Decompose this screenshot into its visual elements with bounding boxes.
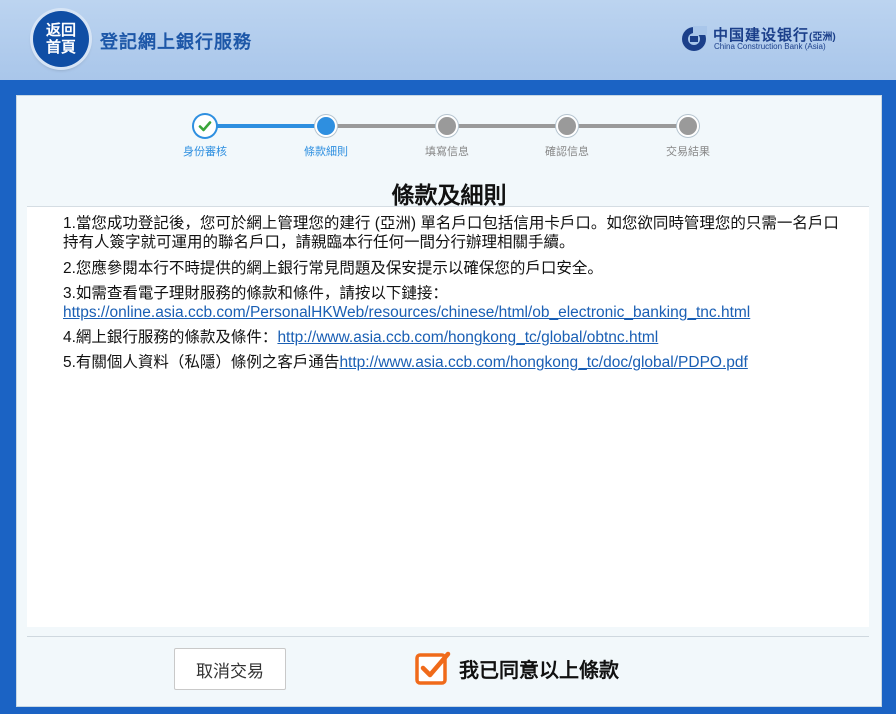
terms-item-5-text: 5.有關個人資料（私隱）條例之客戶通告 <box>63 354 340 371</box>
terms-item-2: 2.您應參閱本行不時提供的網上銀行常見問題及保安提示以確保您的戶口安全。 <box>63 260 603 277</box>
step-dot-4 <box>556 115 578 137</box>
check-icon <box>198 121 212 132</box>
step-dot-3 <box>436 115 458 137</box>
terms-item-3: 3.如需查看電子理財服務的條款和條件，請按以下鏈接： https://onlin… <box>63 284 750 322</box>
progress-line-inactive <box>325 124 687 128</box>
home-button-line2: 首頁 <box>45 39 76 56</box>
terms-item-4-text: 4.網上銀行服務的條款及條件： <box>63 329 278 346</box>
progress-steps: 身份審核 條款細則 填寫信息 確認信息 交易結果 <box>17 96 881 166</box>
home-button-line1: 返回 <box>45 22 76 39</box>
home-button[interactable]: 返回 首頁 <box>33 11 89 67</box>
step-label-result: 交易結果 <box>666 146 710 158</box>
footer-divider <box>27 636 869 637</box>
terms-item-1: 1.當您成功登記後，您可於網上管理您的建行 (亞洲) 單名戶口包括信用卡戶口。如… <box>63 215 839 251</box>
checkbox-checked-icon <box>415 651 451 685</box>
app-header: 返回 首頁 登記網上銀行服務 中国建设银行(亞洲) China Construc… <box>0 0 896 80</box>
bank-logo: 中国建设银行(亞洲) China Construction Bank (Asia… <box>681 24 861 58</box>
obtnc-link[interactable]: http://www.asia.ccb.com/hongkong_tc/glob… <box>277 329 658 346</box>
agree-label: 我已同意以上條款 <box>459 659 619 682</box>
page-title: 登記網上銀行服務 <box>100 32 252 52</box>
ccb-logo-icon <box>682 26 707 51</box>
progress-line-active <box>205 124 325 128</box>
terms-item-4: 4.網上銀行服務的條款及條件：http://www.asia.ccb.com/h… <box>63 328 658 347</box>
cancel-button[interactable]: 取消交易 <box>174 648 286 690</box>
step-dot-5 <box>677 115 699 137</box>
terms-item-5: 5.有關個人資料（私隱）條例之客戶通告http://www.asia.ccb.c… <box>63 353 748 372</box>
agree-checkbox[interactable]: 我已同意以上條款 <box>415 648 619 688</box>
step-label-confirm: 確認信息 <box>545 146 589 158</box>
electronic-banking-tnc-link[interactable]: https://online.asia.ccb.com/PersonalHKWe… <box>63 304 750 321</box>
terms-title: 條款及細則 <box>391 182 507 208</box>
step-label-terms: 條款細則 <box>304 146 348 158</box>
pdpo-link[interactable]: http://www.asia.ccb.com/hongkong_tc/doc/… <box>339 354 747 371</box>
step-label-fill-info: 填寫信息 <box>425 146 469 158</box>
terms-item-3-text: 3.如需查看電子理財服務的條款和條件，請按以下鏈接： <box>63 285 448 302</box>
main-panel: 身份審核 條款細則 填寫信息 確認信息 交易結果 條款及細則 1.當您成功登記後… <box>16 95 882 707</box>
step-label-identity: 身份審核 <box>183 146 227 158</box>
terms-content: 1.當您成功登記後，您可於網上管理您的建行 (亞洲) 單名戶口包括信用卡戶口。如… <box>27 207 869 627</box>
step-dot-2 <box>315 115 337 137</box>
step-dot-1 <box>194 115 216 137</box>
logo-english: China Construction Bank (Asia) <box>714 42 826 51</box>
